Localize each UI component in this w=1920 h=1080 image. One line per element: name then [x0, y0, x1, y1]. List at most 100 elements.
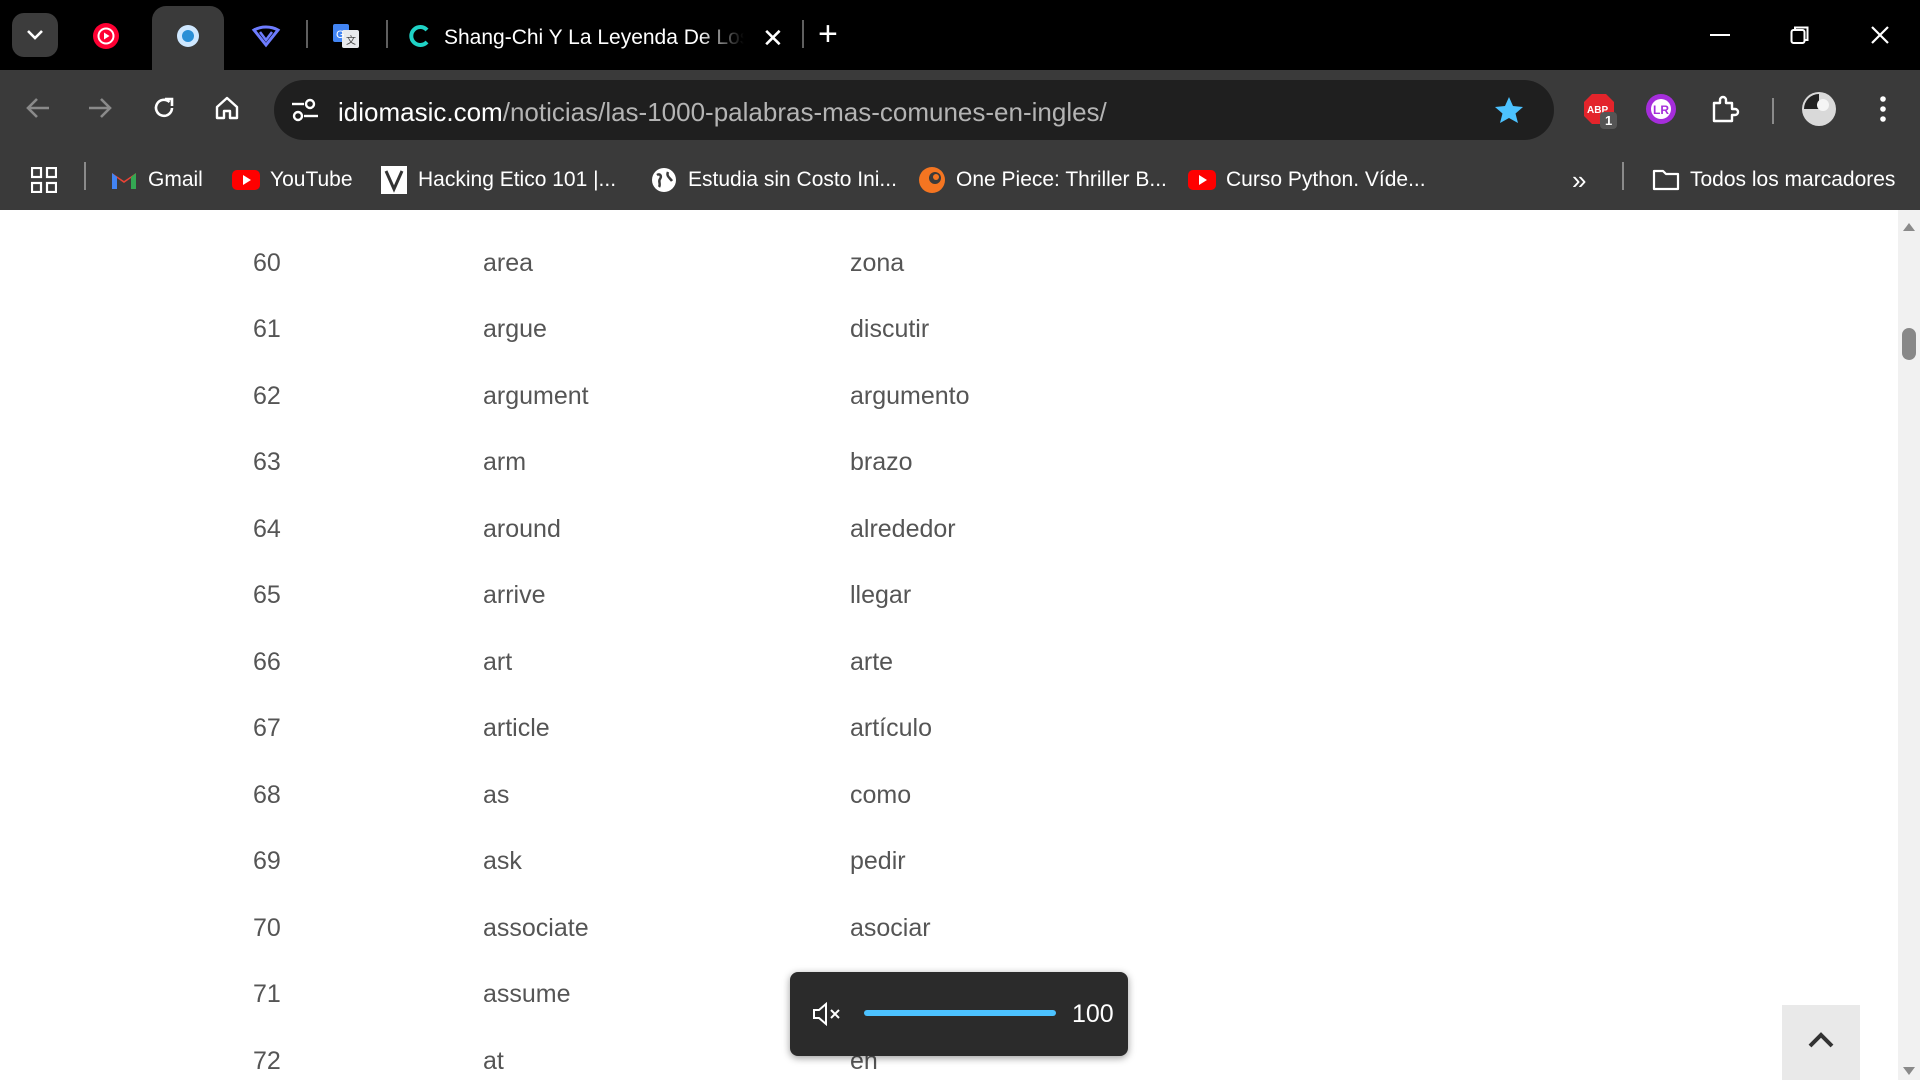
table-row: 64 around alrededor	[0, 497, 1200, 563]
scrollbar-thumb[interactable]	[1902, 328, 1916, 360]
scroll-down-arrow[interactable]	[1903, 1062, 1915, 1080]
bookmark-label: Curso Python. Víde...	[1226, 168, 1426, 191]
tab-separator	[386, 20, 388, 48]
chevron-down-icon	[26, 25, 44, 46]
bookmark-label: Gmail	[148, 168, 203, 191]
page-scrollbar[interactable]	[1898, 210, 1920, 1080]
youtube-icon	[232, 166, 260, 194]
profile-button[interactable]	[1800, 91, 1838, 130]
bookmark-star-icon[interactable]	[1494, 96, 1524, 129]
youtube-icon	[1188, 166, 1216, 194]
globe-icon	[650, 166, 678, 194]
youtube-music-icon	[92, 22, 120, 55]
bookmark-estudia[interactable]: Estudia sin Costo Ini...	[650, 162, 897, 198]
tab-youtube-music[interactable]	[70, 6, 142, 70]
url-text[interactable]: idiomasic.com/noticias/las-1000-palabras…	[338, 97, 1107, 128]
tab-search-button[interactable]	[12, 13, 58, 57]
table-row: 66 art arte	[0, 630, 1200, 696]
tab-idiomasic[interactable]	[152, 6, 224, 70]
adblock-extension-button[interactable]: ABP 1	[1580, 92, 1618, 130]
table-row: 62 argument argumento	[0, 364, 1200, 430]
tab-strip: G文 Shang-Chi Y La Leyenda De Los Diez An…	[0, 0, 1920, 70]
word-number: 66	[253, 647, 281, 676]
tab-separator	[306, 20, 308, 48]
spanish-word: asociar	[850, 913, 931, 942]
tab-active-movie[interactable]: Shang-Chi Y La Leyenda De Los Diez Anill…	[402, 6, 794, 70]
spanish-word: artículo	[850, 714, 932, 742]
spanish-word: enfoque	[850, 210, 940, 211]
lr-extension-button[interactable]: LR	[1642, 92, 1680, 130]
bookmark-separator	[1622, 162, 1624, 190]
scroll-up-arrow[interactable]	[1903, 218, 1915, 236]
table-row: 70 associate asociar	[0, 896, 1200, 962]
reload-icon	[151, 95, 177, 126]
forward-button[interactable]	[78, 88, 122, 132]
folder-icon	[1652, 166, 1680, 194]
spanish-word: llegar	[850, 581, 912, 609]
v-logo-icon	[380, 166, 408, 194]
svg-text:文: 文	[346, 34, 356, 47]
volume-flyout: 100	[790, 972, 1128, 1056]
browser-toolbar: idiomasic.com/noticias/las-1000-palabras…	[0, 70, 1920, 150]
forward-icon	[87, 96, 113, 125]
toolbar-separator	[1772, 98, 1774, 124]
adblock-badge: 1	[1600, 112, 1618, 129]
spanish-word: argumento	[850, 381, 970, 410]
browser-menu-button[interactable]	[1864, 92, 1902, 130]
restore-button[interactable]	[1770, 12, 1830, 58]
menu-icon	[1879, 95, 1887, 128]
tab-google-translate[interactable]: G文	[310, 6, 382, 70]
tab-vpn[interactable]	[230, 6, 302, 70]
bookmark-label: Estudia sin Costo Ini...	[688, 168, 897, 191]
spanish-word: como	[850, 780, 912, 809]
bookmarks-overflow-button[interactable]: »	[1572, 162, 1586, 198]
close-window-button[interactable]	[1850, 12, 1910, 58]
english-word: as	[483, 780, 510, 809]
new-tab-button[interactable]: +	[818, 14, 838, 54]
spanish-word: pedir	[850, 847, 906, 875]
tab-separator	[802, 20, 804, 48]
back-button[interactable]	[16, 88, 60, 132]
spanish-word: alrededor	[850, 514, 956, 543]
english-word: approach	[483, 210, 587, 211]
home-button[interactable]	[205, 88, 249, 132]
extensions-menu-button[interactable]	[1706, 92, 1744, 130]
site-info-icon[interactable]	[290, 96, 320, 129]
web-page: 59 approach enfoque 60 area zona 61 argue discut…	[0, 210, 1898, 1080]
chevron-up-icon	[1807, 1031, 1835, 1054]
bookmarks-bar: Gmail YouTube Hacking Etico 101 |... Est…	[0, 150, 1920, 210]
word-number: 68	[253, 780, 281, 809]
bookmark-label: YouTube	[270, 168, 353, 191]
word-number: 62	[253, 381, 281, 410]
apps-button[interactable]	[30, 162, 68, 198]
bookmark-curso-python[interactable]: Curso Python. Víde...	[1188, 162, 1426, 198]
bookmark-one-piece[interactable]: One Piece: Thriller B...	[918, 162, 1167, 198]
bookmark-youtube[interactable]: YouTube	[232, 162, 353, 198]
back-to-top-button[interactable]	[1782, 1005, 1860, 1080]
word-number: 67	[253, 714, 281, 742]
table-row: 63 arm brazo	[0, 430, 1200, 496]
crunchyroll-icon	[408, 24, 432, 53]
english-word: arm	[483, 448, 527, 476]
word-number: 60	[253, 248, 281, 277]
crunchyroll-icon	[918, 166, 946, 194]
mute-icon[interactable]	[812, 1001, 842, 1031]
address-bar[interactable]: idiomasic.com/noticias/las-1000-palabras…	[274, 80, 1554, 140]
volume-slider[interactable]	[864, 1010, 1056, 1016]
minimize-button[interactable]	[1690, 12, 1750, 58]
bookmark-hacking-etico[interactable]: Hacking Etico 101 |...	[380, 162, 616, 198]
bookmark-gmail[interactable]: Gmail	[110, 162, 203, 198]
bookmark-label: One Piece: Thriller B...	[956, 168, 1167, 191]
english-word: article	[483, 714, 550, 742]
word-number: 64	[253, 514, 281, 543]
table-row: 69 ask pedir	[0, 829, 1200, 895]
word-number: 70	[253, 913, 281, 942]
all-bookmarks-button[interactable]: Todos los marcadores	[1652, 162, 1895, 198]
tab-close-button[interactable]: ✕	[762, 23, 784, 54]
reload-button[interactable]	[142, 88, 186, 132]
table-row: 60 area zona	[0, 231, 1200, 297]
english-word: art	[483, 647, 513, 676]
chevron-double-right-icon: »	[1572, 164, 1587, 195]
bookmark-label: Hacking Etico 101 |...	[418, 168, 617, 191]
svg-text:LR: LR	[1653, 103, 1669, 117]
